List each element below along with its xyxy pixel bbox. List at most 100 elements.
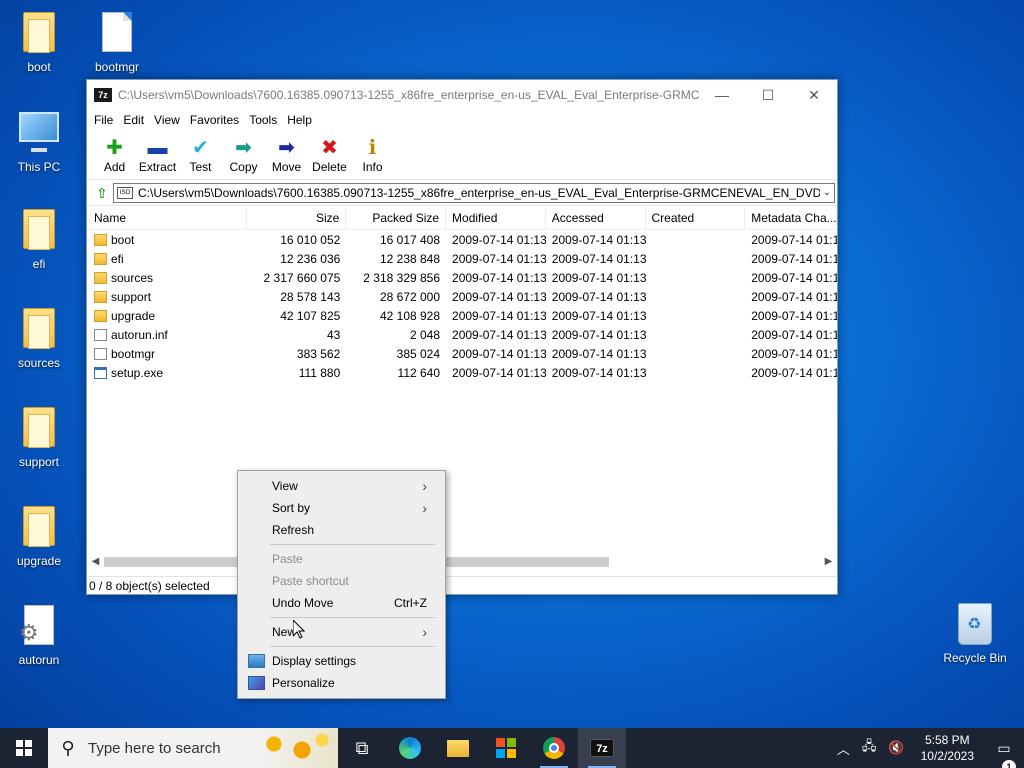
desktop-icon-upgrade[interactable]: upgrade bbox=[1, 504, 77, 568]
packed-cell: 42 108 928 bbox=[379, 308, 441, 323]
column-header-metadata-cha[interactable]: Metadata Cha... bbox=[745, 206, 837, 230]
column-header-name[interactable]: Name bbox=[87, 206, 247, 230]
executable-icon bbox=[94, 366, 107, 379]
taskbar-search-box[interactable]: ⚲ Type here to search bbox=[48, 728, 338, 768]
address-bar: ⇧ ISO C:\Users\vm5\Downloads\7600.16385.… bbox=[87, 180, 837, 206]
menu-file[interactable]: File bbox=[89, 113, 118, 127]
file-name: bootmgr bbox=[111, 346, 156, 361]
modified-cell: 2009-07-14 01:13 bbox=[452, 251, 546, 266]
desktop-icon-recycle-bin[interactable]: ♻ Recycle Bin bbox=[937, 603, 1013, 665]
system-tray: ︿ 🖧 🔇 5:58 PM 10/2/2023 ▭ 1 bbox=[831, 728, 1024, 768]
context-menu-refresh[interactable]: Refresh bbox=[238, 519, 445, 541]
table-row[interactable]: boot 16 010 052 16 017 408 2009-07-14 01:13… bbox=[87, 230, 837, 249]
file-list[interactable]: Name Size Packed Size Modified Accessed Creat… bbox=[87, 206, 837, 554]
chrome-icon[interactable] bbox=[530, 728, 578, 768]
scroll-track[interactable] bbox=[104, 556, 820, 568]
chevron-down-icon[interactable]: ⌄ bbox=[820, 187, 834, 198]
desktop-icon-label: upgrade bbox=[16, 554, 62, 568]
packed-cell: 2 318 329 856 bbox=[363, 270, 441, 285]
packed-cell: 12 238 848 bbox=[379, 251, 441, 266]
chevron-right-icon: › bbox=[422, 478, 427, 494]
desktop-icon-autorun[interactable]: ⚙ autorun bbox=[1, 603, 77, 667]
start-button[interactable] bbox=[0, 728, 48, 768]
context-menu-view[interactable]: View › bbox=[238, 475, 445, 497]
context-menu-new[interactable]: New › bbox=[238, 621, 445, 643]
copy-button[interactable]: ➡ Copy bbox=[222, 136, 265, 179]
notifications-icon[interactable]: ▭ 1 bbox=[984, 740, 1024, 768]
menu-edit[interactable]: Edit bbox=[118, 113, 149, 127]
folder-up-button[interactable]: ⇧ bbox=[91, 183, 113, 203]
file-icon bbox=[94, 347, 107, 360]
desktop-icon-label: support bbox=[18, 455, 60, 469]
context-menu-sort-by[interactable]: Sort by › bbox=[238, 497, 445, 519]
table-row[interactable]: setup.exe 111 880 112 640 2009-07-14 01:13 2… bbox=[87, 363, 837, 382]
close-button[interactable]: ✕ bbox=[791, 80, 837, 110]
task-view-icon[interactable]: ⧉ bbox=[338, 728, 386, 768]
column-header-packed-size[interactable]: Packed Size bbox=[346, 206, 447, 230]
size-cell: 111 880 bbox=[298, 365, 341, 380]
menu-view[interactable]: View bbox=[149, 113, 185, 127]
column-header-modified[interactable]: Modified bbox=[446, 206, 546, 230]
scroll-left-icon[interactable]: ◀ bbox=[87, 556, 104, 567]
desktop-icon-sources[interactable]: sources bbox=[1, 306, 77, 370]
menu-item-label: Display settings bbox=[272, 654, 357, 668]
meta-cell: 2009-07-14 01:1 bbox=[751, 327, 837, 342]
context-menu-display-settings[interactable]: Display settings bbox=[238, 650, 445, 672]
clock[interactable]: 5:58 PM 10/2/2023 bbox=[911, 732, 984, 764]
store-icon[interactable] bbox=[482, 728, 530, 768]
desktop-icon-efi[interactable]: efi bbox=[1, 207, 77, 271]
search-placeholder: Type here to search bbox=[88, 739, 221, 757]
table-row[interactable]: support 28 578 143 28 672 000 2009-07-14 01… bbox=[87, 287, 837, 306]
volume-muted-icon[interactable]: 🔇 bbox=[882, 740, 910, 756]
column-header-created[interactable]: Created bbox=[646, 206, 746, 230]
move-button[interactable]: ➡ Move bbox=[265, 136, 308, 179]
file-explorer-icon[interactable] bbox=[434, 728, 482, 768]
edge-icon[interactable] bbox=[386, 728, 434, 768]
table-row[interactable]: bootmgr 383 562 385 024 2009-07-14 01:13 200… bbox=[87, 344, 837, 363]
menu-separator bbox=[270, 544, 435, 545]
context-menu-paste-shortcut: Paste shortcut bbox=[238, 570, 445, 592]
delete-button[interactable]: ✖ Delete bbox=[308, 136, 351, 179]
context-menu-personalize[interactable]: Personalize bbox=[238, 672, 445, 694]
horizontal-scrollbar[interactable]: ◀ ▶ bbox=[87, 553, 837, 570]
scroll-right-icon[interactable]: ▶ bbox=[820, 556, 837, 567]
menu-tools[interactable]: Tools bbox=[244, 113, 282, 127]
folder-icon bbox=[94, 252, 107, 265]
desktop-icon-this-pc[interactable]: This PC bbox=[1, 108, 77, 174]
path-input[interactable]: ISO C:\Users\vm5\Downloads\7600.16385.09… bbox=[113, 182, 835, 203]
column-header-accessed[interactable]: Accessed bbox=[546, 206, 646, 230]
context-menu-undo-move[interactable]: Undo Move Ctrl+Z bbox=[238, 592, 445, 614]
packed-cell: 112 640 bbox=[397, 365, 441, 380]
menu-help[interactable]: Help bbox=[282, 113, 317, 127]
network-icon[interactable]: 🖧 bbox=[856, 737, 883, 759]
desktop-icon-boot[interactable]: boot bbox=[1, 10, 77, 74]
menu-item-label: Paste bbox=[272, 552, 303, 566]
toolbar-label: Info bbox=[362, 160, 383, 174]
test-button[interactable]: ✔ Test bbox=[179, 136, 222, 179]
desktop-icon-bootmgr[interactable]: bootmgr bbox=[79, 10, 155, 74]
desktop-icon-label: Recycle Bin bbox=[943, 651, 1007, 665]
table-row[interactable]: sources 2 317 660 075 2 318 329 856 2009-07… bbox=[87, 268, 837, 287]
display-icon bbox=[248, 654, 265, 668]
packed-cell: 385 024 bbox=[396, 346, 441, 361]
chevron-right-icon: › bbox=[422, 500, 427, 516]
desktop-icon-label: sources bbox=[17, 356, 61, 370]
minimize-button[interactable]: — bbox=[699, 80, 745, 110]
maximize-button[interactable]: ☐ bbox=[745, 80, 791, 110]
table-row[interactable]: autorun.inf 43 2 048 2009-07-14 01:13 2009-0… bbox=[87, 325, 837, 344]
accessed-cell: 2009-07-14 01:13 bbox=[551, 346, 646, 361]
menu-item-label: Refresh bbox=[272, 523, 315, 537]
7zip-icon[interactable]: 7z bbox=[578, 728, 626, 768]
add-button[interactable]: ✚ Add bbox=[93, 136, 136, 179]
desktop-icon-support[interactable]: support bbox=[1, 405, 77, 469]
column-header-size[interactable]: Size bbox=[247, 206, 347, 230]
chevron-up-icon[interactable]: ︿ bbox=[831, 739, 856, 758]
menu-favorites[interactable]: Favorites bbox=[185, 113, 244, 127]
title-bar[interactable]: 7z C:\Users\vm5\Downloads\7600.16385.090… bbox=[87, 80, 837, 110]
extract-button[interactable]: ▬ Extract bbox=[136, 136, 179, 179]
size-cell: 43 bbox=[326, 327, 341, 342]
info-button[interactable]: ℹ Info bbox=[351, 136, 394, 179]
table-row[interactable]: efi 12 236 036 12 238 848 2009-07-14 01:13 2… bbox=[87, 249, 837, 268]
toolbar-label: Test bbox=[189, 160, 212, 174]
table-row[interactable]: upgrade 42 107 825 42 108 928 2009-07-14 01… bbox=[87, 306, 837, 325]
